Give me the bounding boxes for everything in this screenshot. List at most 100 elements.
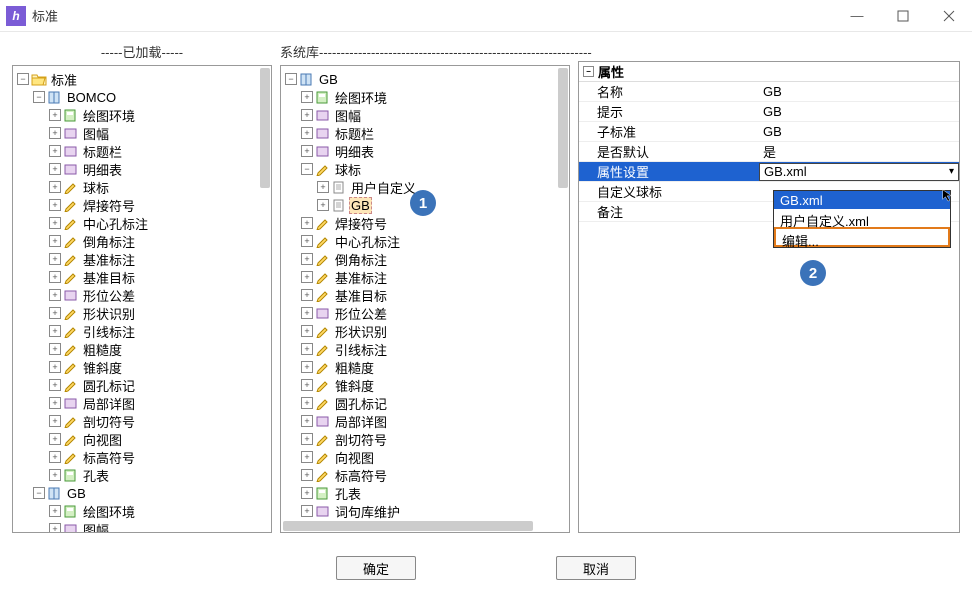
expander-icon[interactable]: + [49,163,61,175]
attr-dropdown[interactable]: GB.xml 用户自定义.xml 编辑... [773,190,951,248]
node-label[interactable]: 图幅 [81,124,111,143]
close-button[interactable] [926,0,972,32]
node-label[interactable]: 基准目标 [333,286,389,305]
expander-icon[interactable]: − [33,91,45,103]
node-label[interactable]: 形位公差 [81,286,137,305]
tree-node[interactable]: +形位公差 [283,304,567,322]
expander-icon[interactable]: + [49,199,61,211]
tree-node[interactable]: + 剖切符号 [283,430,567,448]
tree-node[interactable]: +基准标注 [15,250,269,268]
expander-icon[interactable]: + [301,433,313,445]
tree-node[interactable]: +图幅 [283,106,567,124]
node-label[interactable]: BOMCO [65,90,118,105]
node-label[interactable]: 用户自定义 [349,178,418,197]
expander-icon[interactable]: + [301,325,313,337]
node-label[interactable]: 倒角标注 [333,250,389,269]
expander-icon[interactable]: + [49,181,61,193]
expander-icon[interactable]: + [301,415,313,427]
tree-node[interactable]: +粗糙度 [15,340,269,358]
tree-node[interactable]: +向视图 [283,448,567,466]
expander-icon[interactable]: + [301,253,313,265]
expander-icon[interactable]: + [49,523,61,532]
node-label[interactable]: 孔表 [333,484,363,503]
expander-icon[interactable]: + [317,181,329,193]
expander-icon[interactable]: + [301,397,313,409]
node-label[interactable]: GB [349,197,372,214]
prop-row[interactable]: 是否默认是 [579,142,959,162]
tree-node[interactable]: + 倒角标注 [283,250,567,268]
node-label[interactable]: 标题栏 [81,142,124,161]
expander-icon[interactable]: − [33,487,45,499]
node-label[interactable]: 局部详图 [333,412,389,431]
node-label[interactable]: 图幅 [81,520,111,533]
tree-node[interactable]: + 中心孔标注 [283,232,567,250]
tree-node[interactable]: +锥斜度 [283,376,567,394]
dropdown-option-userxml[interactable]: 用户自定义.xml [774,209,950,227]
tree-node[interactable]: +向视图 [15,430,269,448]
node-label[interactable]: 剖切符号 [333,430,389,449]
tree-node[interactable]: +引线标注 [15,322,269,340]
loaded-tree[interactable]: −标准−BOMCO+绘图环境+图幅+标题栏+明细表+球标+焊接符号+中心孔标注+… [13,66,271,532]
node-label[interactable]: 剖切符号 [81,412,137,431]
expander-icon[interactable]: + [49,289,61,301]
expander-icon[interactable]: + [301,451,313,463]
tree-node[interactable]: +基准目标 [15,268,269,286]
scrollbar-h[interactable] [283,521,533,531]
expander-icon[interactable]: + [301,361,313,373]
tree-node[interactable]: +剖切符号 [15,412,269,430]
tree-node[interactable]: −标准 [15,70,269,88]
expander-icon[interactable]: + [301,289,313,301]
node-label[interactable]: 中心孔标注 [333,232,402,251]
expander-icon[interactable]: + [301,127,313,139]
expander-icon[interactable]: + [49,109,61,121]
tree-node[interactable]: +形状识别 [15,304,269,322]
expander-icon[interactable]: − [285,73,297,85]
expander-icon[interactable]: + [49,343,61,355]
node-label[interactable]: 明细表 [81,160,124,179]
node-label[interactable]: 圆孔标记 [333,394,389,413]
tree-node[interactable]: −球标 [283,160,567,178]
tree-node[interactable]: +锥斜度 [15,358,269,376]
tree-node[interactable]: +明细表 [283,142,567,160]
node-label[interactable]: 球标 [333,160,363,179]
node-label[interactable]: 基准标注 [333,268,389,287]
node-label[interactable]: 球标 [81,178,111,197]
tree-node[interactable]: +标高符号 [15,448,269,466]
prop-value[interactable]: GB [759,84,959,99]
node-label[interactable]: 中心孔标注 [81,214,150,233]
expander-icon[interactable]: + [49,469,61,481]
node-label[interactable]: GB [65,486,88,501]
tree-node[interactable]: +焊接符号 [15,196,269,214]
expander-icon[interactable]: + [49,505,61,517]
tree-node[interactable]: − GB [283,70,567,88]
node-label[interactable]: 粗糙度 [333,358,376,377]
props-header[interactable]: −属性 [579,62,959,82]
node-label[interactable]: 标题栏 [333,124,376,143]
expander-icon[interactable]: + [301,271,313,283]
node-label[interactable]: 明细表 [333,142,376,161]
node-label[interactable]: 标高符号 [333,466,389,485]
tree-node[interactable]: +圆孔标记 [15,376,269,394]
expander-icon[interactable]: + [49,253,61,265]
node-label[interactable]: 向视图 [81,430,124,449]
prop-row[interactable]: 提示GB [579,102,959,122]
node-label[interactable]: 标高符号 [81,448,137,467]
node-label[interactable]: 形位公差 [333,304,389,323]
tree-node[interactable]: + 圆孔标记 [283,394,567,412]
ok-button[interactable]: 确定 [336,556,416,580]
maximize-button[interactable] [880,0,926,32]
tree-node[interactable]: +绘图环境 [15,106,269,124]
node-label[interactable]: 形状识别 [333,322,389,341]
node-label[interactable]: 基准目标 [81,268,137,287]
node-label[interactable]: 形状识别 [81,304,137,323]
tree-node[interactable]: + 明细表 [15,160,269,178]
tree-node[interactable]: +词句库维护 [283,502,567,520]
node-label[interactable]: 绘图环境 [333,88,389,107]
expander-icon[interactable]: + [301,109,313,121]
expander-icon[interactable]: + [301,235,313,247]
node-label[interactable]: GB [317,72,340,87]
expander-icon[interactable]: + [49,235,61,247]
dropdown-option-gbxml[interactable]: GB.xml [774,191,950,209]
node-label[interactable]: 词句库维护 [333,502,402,521]
node-label[interactable]: 锥斜度 [81,358,124,377]
